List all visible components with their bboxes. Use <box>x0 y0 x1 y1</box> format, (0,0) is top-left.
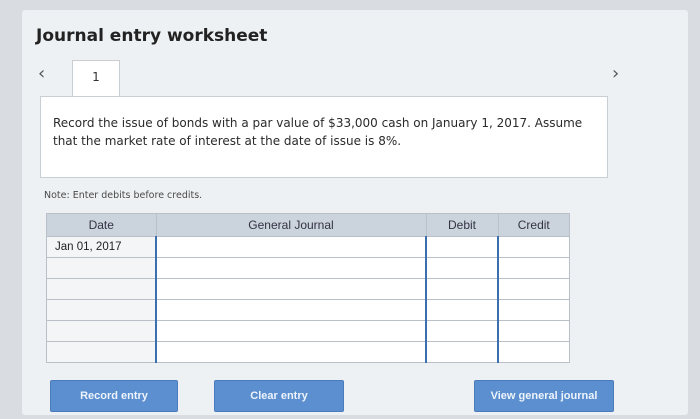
credit-input[interactable] <box>497 236 570 258</box>
previous-arrow-icon[interactable]: ‹ <box>38 63 45 84</box>
table-row <box>46 257 570 279</box>
debit-input[interactable] <box>425 299 499 321</box>
date-cell: Jan 01, 2017 <box>46 236 157 258</box>
table-row <box>46 341 570 363</box>
table-header-row: Date General Journal Debit Credit <box>46 213 570 237</box>
journal-entry-table: Date General Journal Debit Credit Jan 01… <box>46 213 570 363</box>
table-row <box>46 320 570 342</box>
column-header-date: Date <box>46 213 157 237</box>
debit-input[interactable] <box>425 278 499 300</box>
date-cell <box>46 320 157 342</box>
debit-input[interactable] <box>425 257 499 279</box>
table-row: Jan 01, 2017 <box>46 236 570 258</box>
record-entry-button[interactable]: Record entry <box>50 380 178 412</box>
general-journal-input[interactable] <box>155 236 427 258</box>
tab-1[interactable]: 1 <box>72 60 120 97</box>
date-cell <box>46 257 157 279</box>
general-journal-input[interactable] <box>155 320 427 342</box>
next-arrow-icon[interactable]: › <box>612 63 619 84</box>
view-general-journal-button[interactable]: View general journal <box>474 380 614 412</box>
general-journal-input[interactable] <box>155 278 427 300</box>
credit-input[interactable] <box>497 320 570 342</box>
table-row <box>46 278 570 300</box>
note-text: Note: Enter debits before credits. <box>44 190 203 201</box>
column-header-general-journal: General Journal <box>155 213 427 237</box>
question-prompt: Record the issue of bonds with a par val… <box>40 96 608 178</box>
debit-input[interactable] <box>425 341 499 363</box>
page-title: Journal entry worksheet <box>36 26 268 46</box>
date-cell <box>46 278 157 300</box>
prompt-text: Record the issue of bonds with a par val… <box>53 116 583 148</box>
column-header-credit: Credit <box>497 213 570 237</box>
debit-input[interactable] <box>425 320 499 342</box>
credit-input[interactable] <box>497 257 570 279</box>
credit-input[interactable] <box>497 341 570 363</box>
debit-input[interactable] <box>425 236 499 258</box>
column-header-debit: Debit <box>425 213 499 237</box>
general-journal-input[interactable] <box>155 299 427 321</box>
table-row <box>46 299 570 321</box>
general-journal-input[interactable] <box>155 257 427 279</box>
date-cell <box>46 341 157 363</box>
general-journal-input[interactable] <box>155 341 427 363</box>
clear-entry-button[interactable]: Clear entry <box>214 380 344 412</box>
credit-input[interactable] <box>497 299 570 321</box>
date-cell <box>46 299 157 321</box>
credit-input[interactable] <box>497 278 570 300</box>
